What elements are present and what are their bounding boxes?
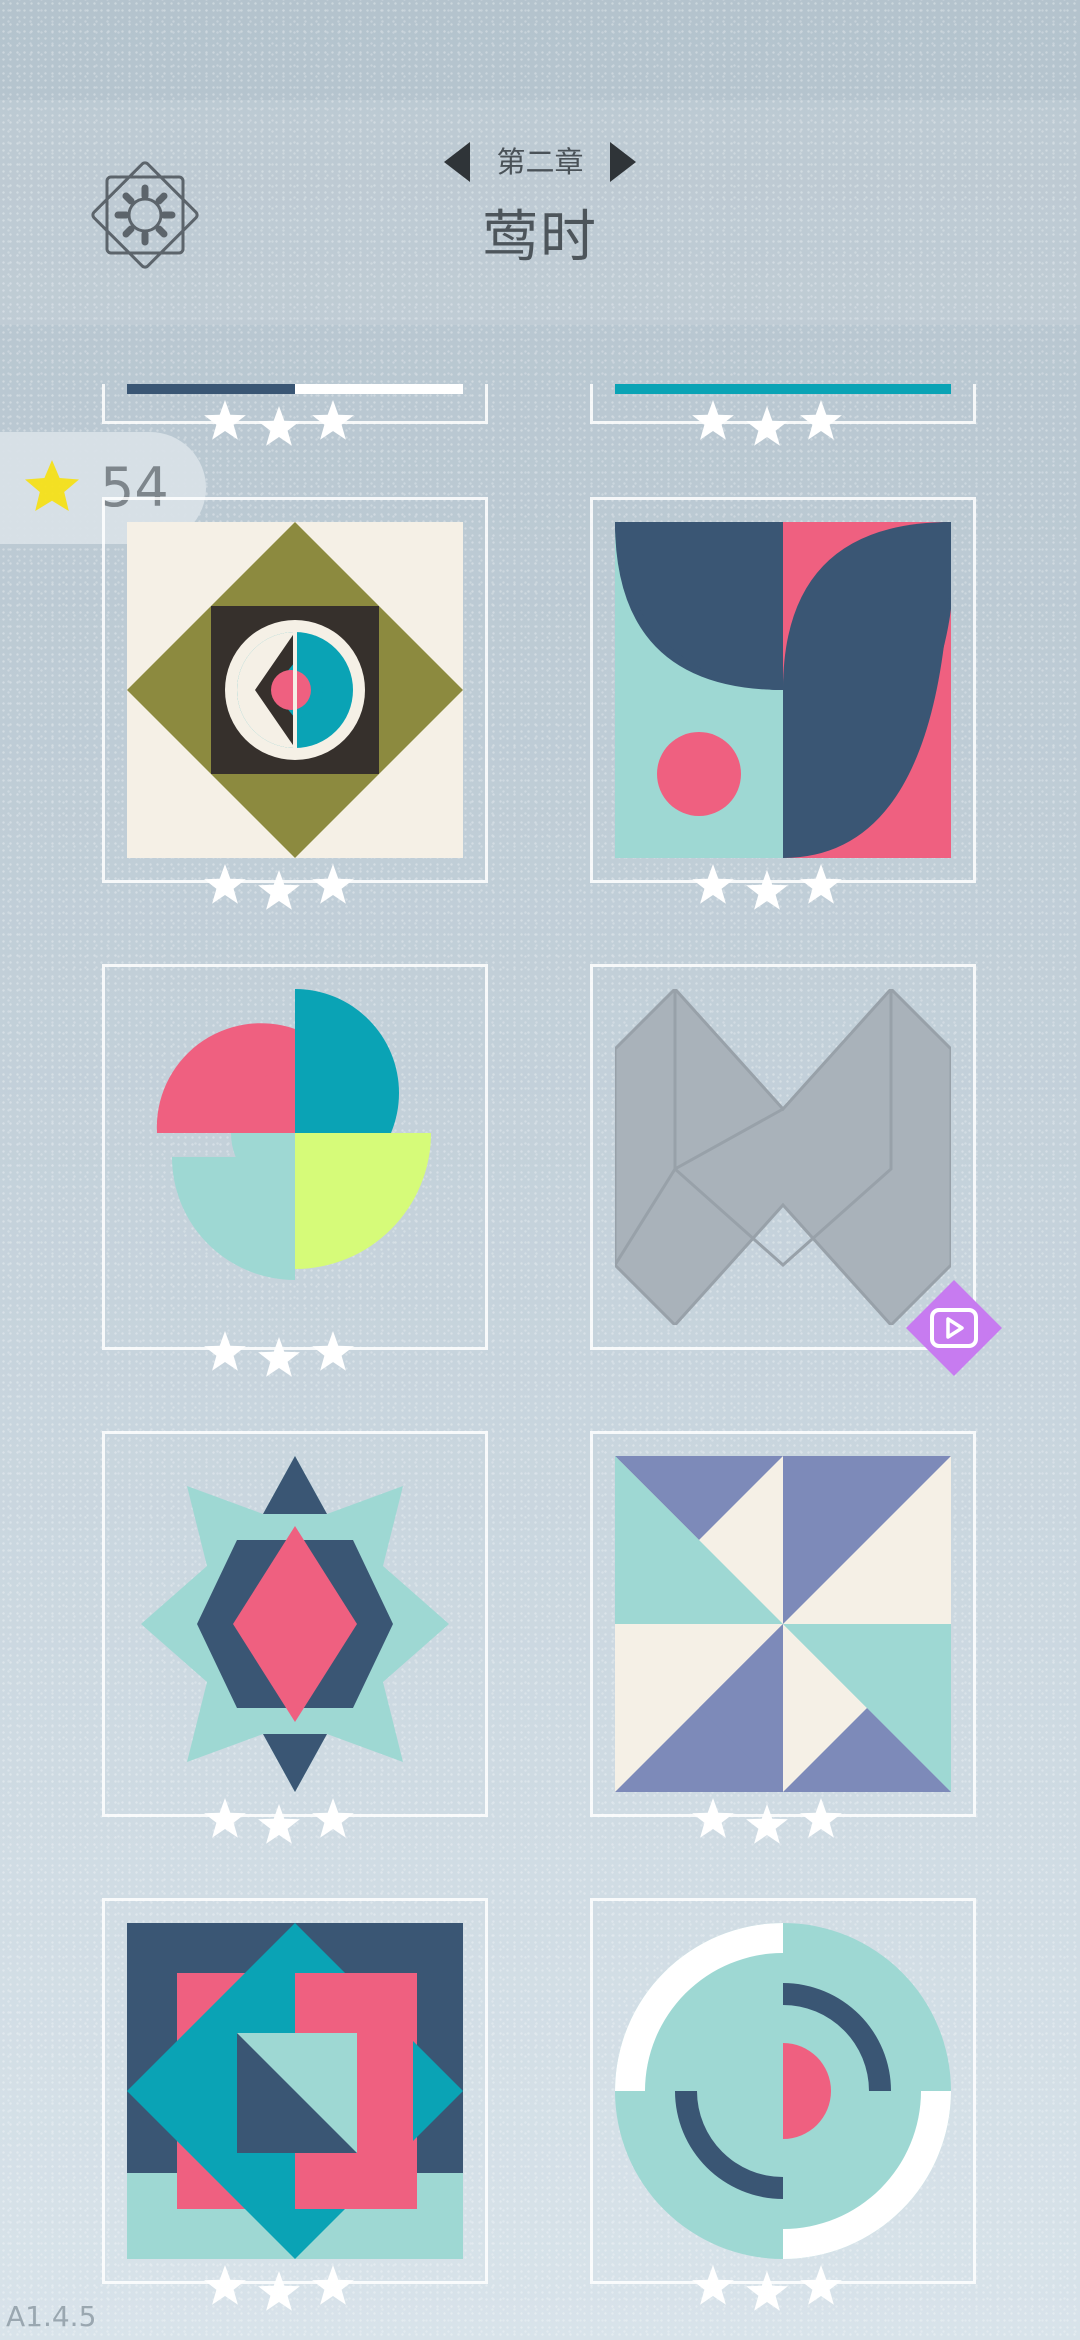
level-card-hexagram[interactable] — [102, 1431, 488, 1817]
star-icon — [746, 406, 788, 446]
gear-icon — [91, 161, 199, 269]
level-card-triangle-pinwheel[interactable] — [590, 1431, 976, 1817]
level-art — [615, 1923, 951, 2259]
star-icon — [258, 406, 300, 446]
level-stars — [195, 2263, 375, 2317]
level-art — [141, 1456, 449, 1792]
star-icon — [204, 400, 246, 440]
watch-ad-button[interactable] — [902, 1276, 1006, 1380]
star-icon — [258, 870, 300, 910]
star-icon — [800, 864, 842, 904]
star-icon — [312, 1798, 354, 1838]
star-icon — [204, 1331, 246, 1371]
level-stars — [683, 2263, 863, 2317]
chapter-nav: 第二章 — [440, 138, 640, 188]
level-card-butterfly-tiles[interactable] — [590, 497, 976, 883]
star-icon — [204, 1798, 246, 1838]
star-icon — [746, 870, 788, 910]
level-stars — [683, 398, 863, 452]
star-icon — [746, 1804, 788, 1844]
chapter-title: 莺时 — [482, 205, 598, 270]
prev-chapter-button[interactable] — [440, 140, 474, 184]
chapter-label: 第二章 — [496, 145, 584, 179]
star-icon — [312, 1331, 354, 1371]
star-icon — [692, 864, 734, 904]
triangle-right-icon — [610, 142, 636, 182]
triangle-left-icon — [444, 142, 470, 182]
star-icon — [25, 460, 79, 511]
star-icon — [204, 2265, 246, 2305]
level-card-concentric-rings[interactable] — [590, 1898, 976, 2284]
star-icon — [692, 1798, 734, 1838]
level-progress-bar — [127, 384, 463, 394]
level-stars — [195, 1796, 375, 1850]
settings-button[interactable] — [80, 150, 210, 280]
level-card-nested-squares[interactable] — [102, 1898, 488, 2284]
level-stars — [683, 1796, 863, 1850]
star-icon — [692, 400, 734, 440]
star-icon — [258, 1804, 300, 1844]
star-icon — [312, 2265, 354, 2305]
level-stars — [195, 1329, 375, 1383]
level-progress-bar — [615, 384, 951, 394]
level-art — [127, 522, 463, 858]
level-art — [615, 1456, 951, 1792]
level-card-diamond-eye[interactable] — [102, 497, 488, 883]
star-icon — [800, 2265, 842, 2305]
level-art — [127, 1923, 463, 2259]
star-icon — [800, 1798, 842, 1838]
level-stars — [683, 862, 863, 916]
star-icon — [746, 2271, 788, 2311]
level-art-silhouette — [615, 989, 951, 1325]
star-icon — [692, 2265, 734, 2305]
level-stars — [195, 398, 375, 452]
next-chapter-button[interactable] — [606, 140, 640, 184]
star-icon — [800, 400, 842, 440]
play-video-icon — [906, 1280, 1002, 1376]
level-art — [156, 989, 431, 1280]
version-label: A1.4.5 — [6, 2300, 97, 2333]
star-icon — [204, 864, 246, 904]
star-icon — [312, 400, 354, 440]
star-icon — [258, 1337, 300, 1377]
level-art — [615, 522, 951, 858]
star-icon — [312, 864, 354, 904]
level-stars — [195, 862, 375, 916]
star-icon — [258, 2271, 300, 2311]
level-card-pinwheel-circle[interactable] — [102, 964, 488, 1350]
